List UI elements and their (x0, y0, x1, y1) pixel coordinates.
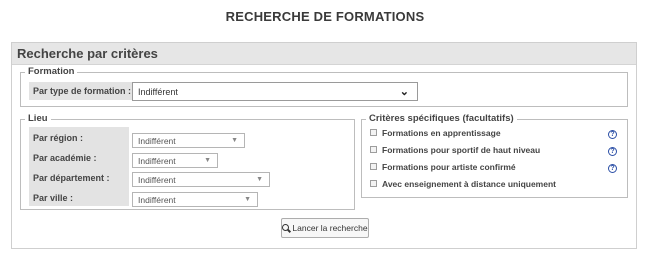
formation-type-label: Par type de formation : (29, 82, 136, 100)
dropdown-arrow-icon: ▼ (204, 157, 211, 164)
region-label: Par région : (33, 133, 84, 143)
region-select[interactable]: Indifférent ▼ (132, 133, 245, 148)
help-icon[interactable]: ? (608, 130, 617, 139)
formation-legend: Formation (28, 66, 75, 77)
lieu-labels-column: Par région : Par académie : Par départem… (29, 127, 129, 206)
formation-type-select[interactable]: Indifférent ⌄ (132, 82, 418, 101)
search-button[interactable]: Lancer la recherche (281, 218, 369, 238)
checkbox-sportif[interactable] (370, 146, 377, 153)
help-icon[interactable]: ? (608, 164, 617, 173)
help-icon[interactable]: ? (608, 147, 617, 156)
dropdown-arrow-icon: ▼ (244, 196, 251, 203)
chevron-down-icon: ⌄ (399, 86, 409, 98)
criteres-legend: Critères spécifiques (facultatifs) (369, 113, 514, 124)
ville-select[interactable]: Indifférent ▼ (132, 192, 258, 207)
ville-label: Par ville : (33, 193, 74, 203)
academie-label: Par académie : (33, 153, 97, 163)
dropdown-arrow-icon: ▼ (256, 176, 263, 183)
magnifier-icon (282, 224, 290, 231)
departement-value: Indifférent (138, 175, 176, 185)
lieu-legend: Lieu (28, 113, 48, 124)
panel-header: Recherche par critères (12, 43, 636, 65)
academie-value: Indifférent (138, 156, 176, 166)
page-title: RECHERCHE DE FORMATIONS (225, 9, 425, 24)
critere-distance-label: Avec enseignement à distance uniquement (382, 179, 556, 189)
panel-title: Recherche par critères (17, 46, 158, 61)
departement-label: Par département : (33, 173, 110, 183)
checkbox-apprentissage[interactable] (370, 129, 377, 136)
critere-sportif-label: Formations pour sportif de haut niveau (382, 145, 541, 155)
departement-select[interactable]: Indifférent ▼ (132, 172, 270, 187)
region-value: Indifférent (138, 136, 176, 146)
checkbox-artiste[interactable] (370, 163, 377, 170)
search-button-label: Lancer la recherche (292, 223, 368, 233)
checkbox-distance[interactable] (370, 180, 377, 187)
ville-value: Indifférent (138, 195, 176, 205)
academie-select[interactable]: Indifférent ▼ (132, 153, 218, 168)
dropdown-arrow-icon: ▼ (231, 137, 238, 144)
critere-apprentissage-label: Formations en apprentissage (382, 128, 501, 138)
critere-artiste-label: Formations pour artiste confirmé (382, 162, 516, 172)
formation-type-value: Indifférent (138, 87, 178, 97)
